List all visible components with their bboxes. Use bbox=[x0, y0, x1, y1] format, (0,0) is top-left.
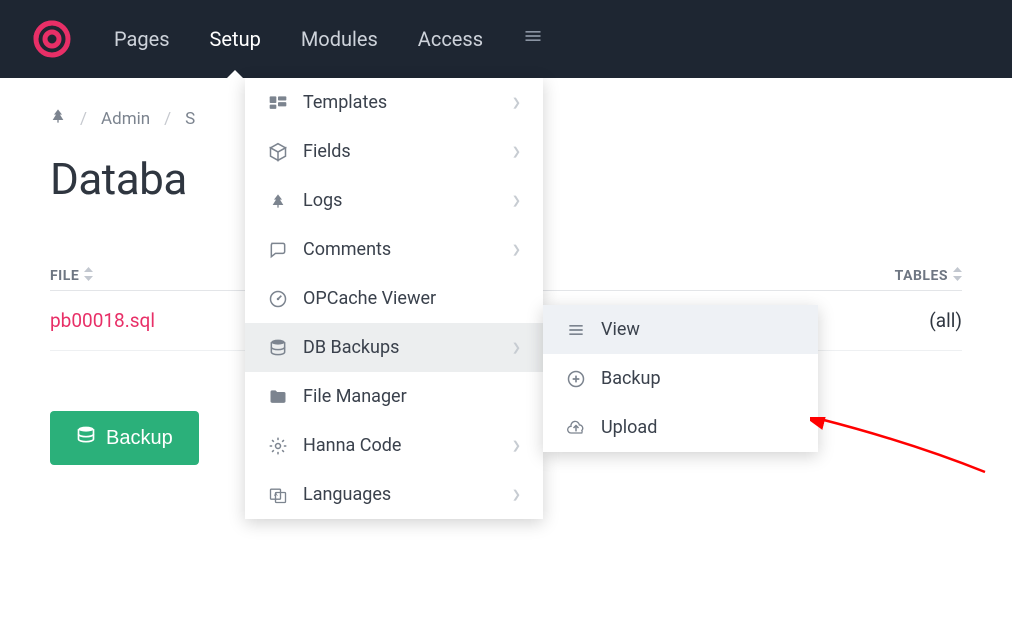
database-icon bbox=[267, 338, 289, 358]
templates-icon bbox=[267, 93, 289, 113]
breadcrumb-separator: / bbox=[164, 109, 171, 129]
dashboard-icon bbox=[267, 289, 289, 309]
menu-comments[interactable]: Comments ❯ bbox=[245, 225, 543, 274]
menu-label: DB Backups bbox=[303, 337, 399, 358]
menu-toggle-icon[interactable] bbox=[523, 26, 543, 52]
menu-label: Templates bbox=[303, 92, 387, 113]
submenu-label: Upload bbox=[601, 417, 657, 438]
tree-icon[interactable] bbox=[50, 108, 66, 129]
menu-fields[interactable]: Fields ❯ bbox=[245, 127, 543, 176]
menu-label: Fields bbox=[303, 141, 351, 162]
gear-icon bbox=[267, 436, 289, 456]
chevron-right-icon: ❯ bbox=[512, 243, 521, 256]
submenu-label: View bbox=[601, 319, 640, 340]
tree-icon bbox=[267, 193, 289, 209]
col-file[interactable]: FILE bbox=[50, 267, 93, 284]
backup-button-label: Backup bbox=[106, 427, 173, 450]
cloud-upload-icon bbox=[565, 418, 587, 438]
database-icon bbox=[76, 425, 96, 451]
submenu-upload[interactable]: Upload bbox=[543, 403, 818, 452]
nav-modules[interactable]: Modules bbox=[301, 0, 378, 78]
list-icon bbox=[565, 320, 587, 340]
nav-setup[interactable]: Setup bbox=[210, 0, 261, 78]
breadcrumb-separator: / bbox=[80, 109, 87, 129]
submenu-label: Backup bbox=[601, 368, 661, 389]
file-link[interactable]: pb00018.sql bbox=[50, 309, 155, 332]
menu-label: Logs bbox=[303, 190, 342, 211]
submenu-view[interactable]: View bbox=[543, 305, 818, 354]
chevron-right-icon: ❯ bbox=[512, 96, 521, 109]
sort-icon bbox=[84, 267, 93, 284]
nav-pages[interactable]: Pages bbox=[114, 0, 170, 78]
backup-button[interactable]: Backup bbox=[50, 411, 199, 465]
menu-templates[interactable]: Templates ❯ bbox=[245, 78, 543, 127]
menu-label: Comments bbox=[303, 239, 391, 260]
chevron-right-icon: ❯ bbox=[512, 194, 521, 207]
language-icon: A bbox=[267, 485, 289, 505]
folder-icon bbox=[267, 387, 289, 407]
col-file-label: FILE bbox=[50, 268, 79, 284]
plus-circle-icon bbox=[565, 369, 587, 389]
chevron-right-icon: ❯ bbox=[512, 341, 521, 354]
comments-icon bbox=[267, 240, 289, 260]
col-tables-label: TABLES bbox=[895, 268, 948, 284]
col-tables[interactable]: TABLES bbox=[895, 267, 962, 284]
nav-access[interactable]: Access bbox=[418, 0, 483, 78]
menu-label: OPCache Viewer bbox=[303, 288, 436, 309]
chevron-right-icon: ❯ bbox=[512, 439, 521, 452]
chevron-right-icon: ❯ bbox=[512, 145, 521, 158]
sort-icon bbox=[953, 267, 962, 284]
logo-icon[interactable] bbox=[30, 17, 74, 61]
menu-label: Languages bbox=[303, 484, 391, 505]
breadcrumb-setup[interactable]: S bbox=[185, 109, 195, 129]
chevron-right-icon: ❯ bbox=[512, 488, 521, 501]
menu-languages[interactable]: A Languages ❯ bbox=[245, 470, 543, 519]
setup-dropdown: Templates ❯ Fields ❯ Logs ❯ Comments ❯ O… bbox=[245, 78, 543, 519]
menu-label: Hanna Code bbox=[303, 435, 401, 456]
menu-opcache[interactable]: OPCache Viewer bbox=[245, 274, 543, 323]
db-backups-submenu: View Backup Upload bbox=[543, 305, 818, 452]
topbar: Pages Setup Modules Access bbox=[0, 0, 1012, 78]
breadcrumb-admin[interactable]: Admin bbox=[101, 109, 150, 129]
menu-hanna-code[interactable]: Hanna Code ❯ bbox=[245, 421, 543, 470]
menu-logs[interactable]: Logs ❯ bbox=[245, 176, 543, 225]
submenu-backup[interactable]: Backup bbox=[543, 354, 818, 403]
menu-label: File Manager bbox=[303, 386, 407, 407]
menu-file-manager[interactable]: File Manager bbox=[245, 372, 543, 421]
tables-value: (all) bbox=[929, 309, 962, 332]
menu-db-backups[interactable]: DB Backups ❯ View Backup Upload bbox=[245, 323, 543, 372]
svg-text:A: A bbox=[274, 491, 278, 497]
cube-icon bbox=[267, 142, 289, 162]
